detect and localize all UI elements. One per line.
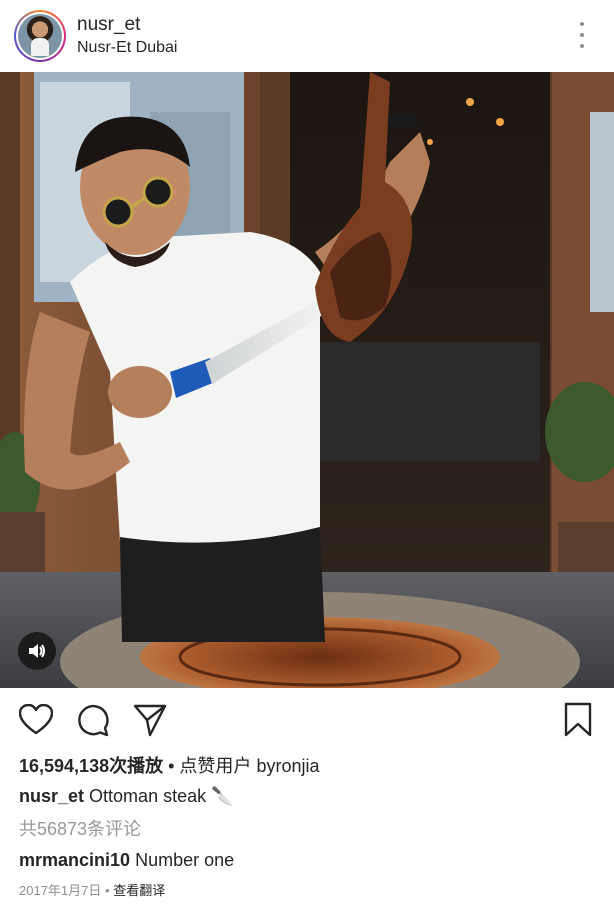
comment-button[interactable] <box>73 700 113 740</box>
avatar-image <box>18 14 62 58</box>
more-options-button[interactable] <box>572 22 592 48</box>
user-block: nusr_et Nusr-Et Dubai <box>77 14 177 58</box>
speaker-icon <box>29 644 45 658</box>
sound-toggle-button[interactable] <box>18 632 56 670</box>
views-likes-line: 16,594,138次播放 • 点赞用户 byronjia <box>19 755 319 777</box>
comment-username[interactable]: mrmancini10 <box>19 850 130 870</box>
avatar[interactable] <box>14 10 66 62</box>
paper-plane-icon <box>133 704 167 737</box>
heart-icon <box>19 704 53 735</box>
meta-separator: • <box>105 883 114 898</box>
separator-dot: • <box>168 756 180 776</box>
save-button[interactable] <box>558 700 598 740</box>
liked-by-user[interactable]: byronjia <box>256 756 319 776</box>
share-button[interactable] <box>130 700 170 740</box>
caption-text: Ottoman steak <box>89 786 207 806</box>
comment-bubble-icon <box>78 704 109 737</box>
more-vertical-icon <box>580 22 584 26</box>
post-meta: 2017年1月7日 • 查看翻译 <box>19 880 165 902</box>
username[interactable]: nusr_et <box>77 14 177 36</box>
likes-prefix: 点赞用户 <box>179 756 252 776</box>
post-date: 2017年1月7日 <box>19 883 102 898</box>
translate-link[interactable]: 查看翻译 <box>113 883 165 898</box>
caption-username[interactable]: nusr_et <box>19 786 84 806</box>
video-frame <box>0 72 614 688</box>
views-count[interactable]: 16,594,138次播放 <box>19 756 163 776</box>
comment-text: Number one <box>135 850 235 870</box>
post-video[interactable] <box>0 72 614 688</box>
like-button[interactable] <box>16 700 56 740</box>
bookmark-icon <box>564 702 592 737</box>
caption: nusr_et Ottoman steak 🔪 <box>19 785 234 807</box>
location[interactable]: Nusr-Et Dubai <box>77 38 177 58</box>
post-header: nusr_et Nusr-Et Dubai <box>0 0 614 72</box>
view-all-comments-link[interactable]: 共56873条评论 <box>19 818 141 840</box>
action-bar <box>0 700 614 744</box>
comment-row: mrmancini10 Number one <box>19 849 234 871</box>
knife-emoji: 🔪 <box>211 786 234 806</box>
